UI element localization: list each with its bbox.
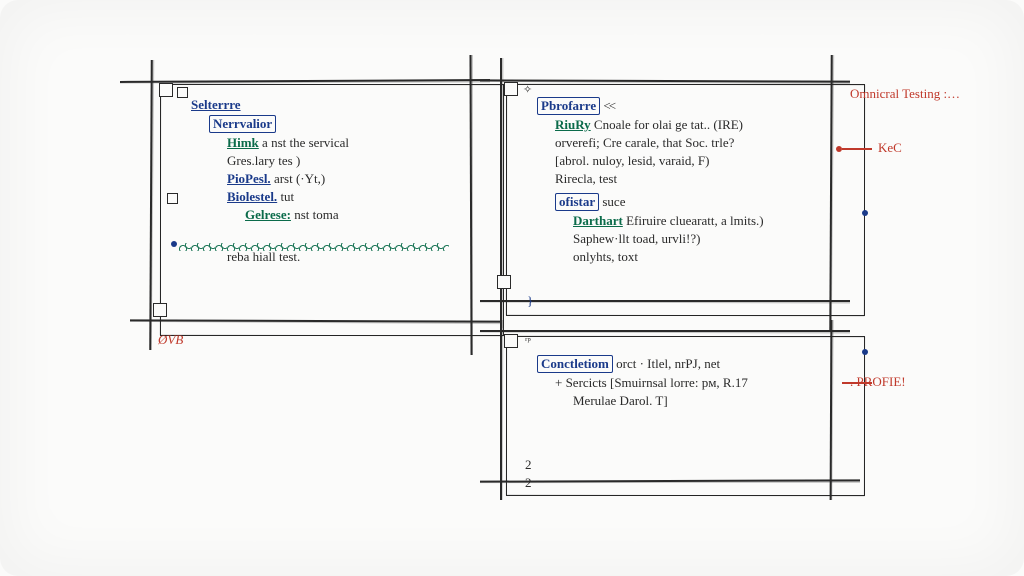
node-dot: [862, 210, 868, 216]
window-icon: [504, 82, 518, 96]
node-dot: [862, 349, 868, 355]
tab-mark: ✧: [523, 83, 532, 96]
frame-line: [120, 79, 490, 82]
body-text: orverefi; Cre carale, that Soc. trle?: [555, 135, 734, 150]
annotation-bl: ØVB: [158, 332, 183, 348]
panel-bottom: ʳᵖ Conctletiom orct · Itlel, nrPJ, net +…: [506, 336, 865, 496]
tab-icon: [177, 87, 188, 98]
panel-title: Selterrre: [191, 97, 241, 112]
panel-title: Conctletiom: [537, 355, 613, 373]
keyword: RiuRy: [555, 117, 591, 132]
corner-icon: [153, 303, 167, 317]
line-number: 2: [525, 475, 532, 491]
keyword: Biolestel.: [227, 189, 277, 204]
body-text: + Sercicts [Smuirnsal lorre: pм, R.17: [555, 375, 748, 390]
annotation-bottom: . PROFIE!: [850, 374, 906, 390]
body-text: onlyhts, toxt: [573, 249, 638, 264]
window-icon: [504, 334, 518, 348]
body-text: Merulae Darol. T]: [573, 393, 668, 408]
section-tag: Nerrvalior: [209, 115, 276, 133]
body-text: reba hiall test.: [227, 249, 300, 264]
divider-squiggle: [179, 243, 449, 251]
callout-line: [842, 148, 872, 150]
panel-title: Pbrofarre: [537, 97, 600, 115]
body-text: Efiruire cluearatt, a lmits.): [626, 213, 764, 228]
panel-right: ✧ Pbrofarre << RiuRy Cnoale for olai ge …: [506, 84, 865, 316]
body-text: [abrol. nuloy, lesid, varaid, F): [555, 153, 709, 168]
body-text: Gres.lary tes ): [227, 153, 300, 168]
closing-brace: }: [527, 293, 533, 309]
panel-left: Selterrre Nerrvalior Himk a nst the serv…: [160, 84, 504, 336]
body-text: Rirecla, test: [555, 171, 617, 186]
handle-icon: [167, 193, 178, 204]
keyword: Gelrese:: [245, 207, 291, 222]
body-text: tut: [280, 189, 294, 204]
keyword: PioPesl.: [227, 171, 271, 186]
body-text: Saphew·llt toad, urvli!?): [573, 231, 700, 246]
body-text: nst toma: [294, 207, 338, 222]
window-icon: [159, 83, 173, 97]
corner-icon: [497, 275, 511, 289]
back-arrows-icon: <<: [603, 98, 614, 113]
frame-line: [480, 330, 850, 332]
keyword: Darthart: [573, 213, 623, 228]
section-tag: ofistar: [555, 193, 599, 211]
body-text: Cnoale for olai ge tat.. (IRE): [594, 117, 743, 132]
keyword: Himk: [227, 135, 259, 150]
body-text: suce: [602, 194, 625, 209]
tab-mark: ʳᵖ: [525, 335, 531, 347]
line-number: 2: [525, 457, 532, 473]
annotation-mid: KeC: [878, 140, 902, 156]
body-text: arst (·Yt,): [274, 171, 325, 186]
wireframe-board: Selterrre Nerrvalior Himk a nst the serv…: [150, 80, 870, 510]
body-text: a nst the servical: [262, 135, 349, 150]
annotation-top: Omnicral Testing :…: [850, 86, 960, 102]
node-dot: [171, 241, 177, 247]
frame-line: [480, 79, 850, 82]
frame-line: [149, 60, 152, 350]
body-text: orct · Itlel, nrPJ, net: [616, 356, 720, 371]
frame-line: [500, 320, 502, 500]
